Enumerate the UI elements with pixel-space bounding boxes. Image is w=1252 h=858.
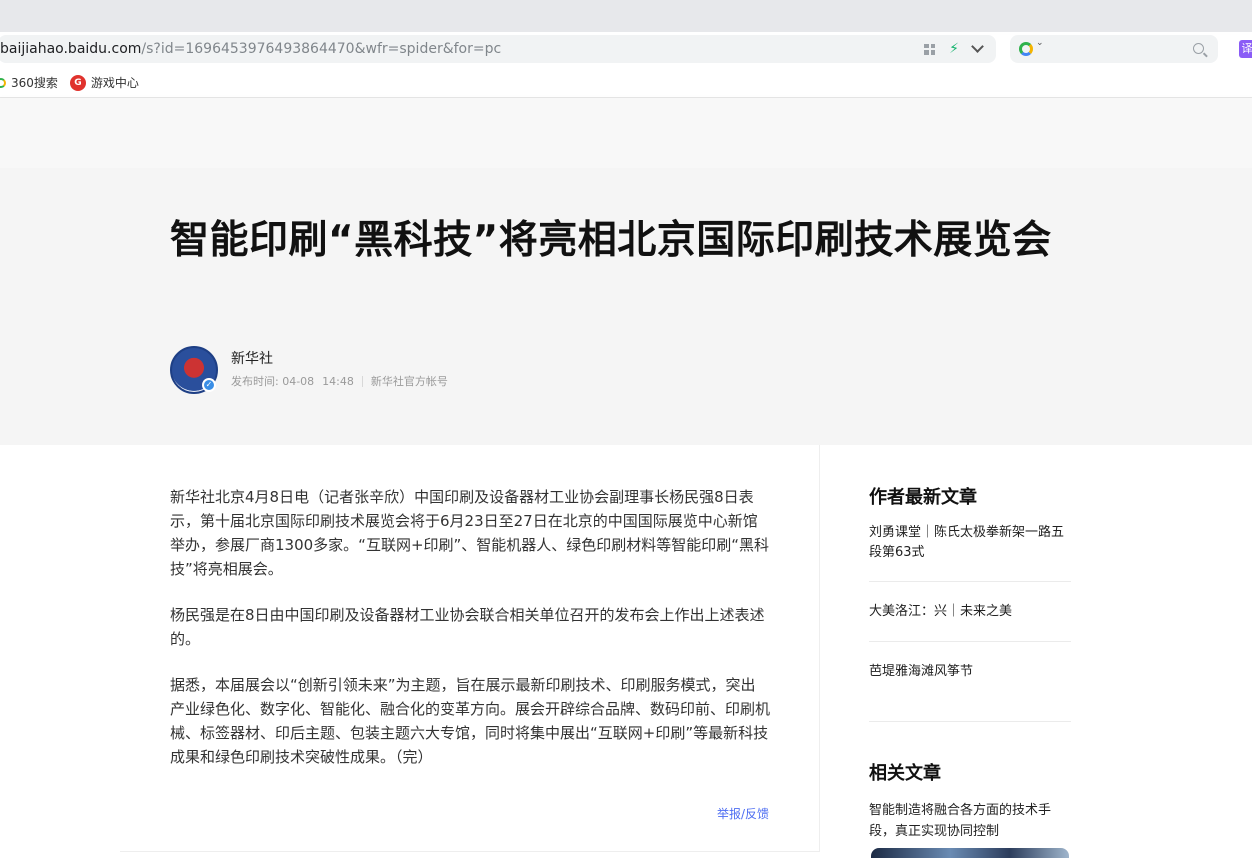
article-paragraph: 杨民强是在8日由中国印刷及设备器材工业协会联合相关单位召开的发布会上作出上述表述… — [170, 606, 765, 648]
account-label: 新华社官方帐号 — [370, 375, 448, 388]
search-input[interactable]: ⌄ — [1010, 35, 1218, 63]
lightning-icon[interactable]: ⚡ — [949, 42, 959, 56]
sidebar: 作者最新文章 刘勇课堂｜陈氏太极拳新架一路五段第63式 大美洛江：兴｜未来之美 … — [869, 445, 1072, 858]
url-path: /s?id=1696453976493864470&wfr=spider&for… — [141, 41, 502, 57]
article-meta: 发布时间: 04-08 14:48 新华社官方帐号 — [231, 373, 448, 389]
address-bar-icons: ⚡ — [924, 35, 984, 63]
report-feedback-link[interactable]: 举报/反馈 — [717, 805, 769, 822]
verified-icon: ✓ — [202, 378, 216, 392]
author-name[interactable]: 新华社 — [231, 348, 273, 368]
related-article-thumbnail[interactable] — [871, 848, 1069, 858]
article-paragraph: 新华社北京4月8日电（记者张辛欣）中国印刷及设备器材工业协会副理事长杨民强8日表… — [170, 488, 770, 578]
article-header: 智能印刷“黑科技”将亮相北京国际印刷技术展览会 ✓ 新华社 发布时间: 04-0… — [0, 168, 1252, 445]
publish-time: 14:48 — [322, 374, 354, 388]
360-search-icon — [0, 77, 6, 88]
related-article-link[interactable]: 智能制造将融合各方面的技术手段，真正实现协同控制 — [869, 800, 1071, 842]
publish-date: 发布时间: 04-08 — [231, 375, 315, 388]
qr-code-icon[interactable] — [924, 43, 936, 55]
browser-toolbar: baijiahao.baidu.com/s?id=169645397649386… — [0, 32, 1252, 68]
site-header — [0, 98, 1252, 168]
latest-article-link[interactable]: 刘勇课堂｜陈氏太极拳新架一路五段第63式 — [869, 523, 1071, 563]
search-icon[interactable] — [1193, 43, 1204, 54]
url-host: baijiahao.baidu.com — [0, 41, 142, 57]
latest-article-link[interactable]: 大美洛江：兴｜未来之美 — [869, 602, 1071, 622]
bookmark-game-center[interactable]: G 游戏中心 — [69, 74, 139, 91]
latest-articles-title: 作者最新文章 — [869, 487, 977, 508]
game-center-icon: G — [69, 74, 86, 91]
related-articles-title: 相关文章 — [869, 763, 941, 784]
browser-tabstrip — [0, 0, 1252, 32]
bookmark-label: 360搜索 — [11, 76, 58, 90]
latest-article-link[interactable]: 芭堤雅海滩风筝节 — [869, 662, 1071, 682]
bookmark-360-search[interactable]: 360搜索 — [0, 74, 58, 91]
article-paragraph: 据悉，本届展会以“创新引领未来”为主题，旨在展示最新印刷技术、印刷服务模式，突出… — [170, 676, 771, 766]
address-bar[interactable]: baijiahao.baidu.com/s?id=169645397649386… — [0, 35, 996, 63]
bookmarks-bar: 360搜索 G 游戏中心 — [0, 68, 1252, 98]
divider — [869, 721, 1071, 722]
engine-dropdown-icon[interactable]: ⌄ — [1036, 38, 1044, 48]
search-engine-icon[interactable] — [1019, 42, 1033, 56]
article-title: 智能印刷“黑科技”将亮相北京国际印刷技术展览会 — [170, 218, 1052, 263]
chevron-down-icon[interactable] — [971, 40, 984, 53]
article-body: 新华社北京4月8日电（记者张辛欣）中国印刷及设备器材工业协会副理事长杨民强8日表… — [120, 445, 820, 852]
translate-icon[interactable]: 译 — [1239, 40, 1252, 58]
divider — [869, 641, 1071, 642]
meta-divider — [361, 375, 363, 387]
bookmark-label: 游戏中心 — [90, 76, 139, 90]
divider — [869, 581, 1071, 582]
